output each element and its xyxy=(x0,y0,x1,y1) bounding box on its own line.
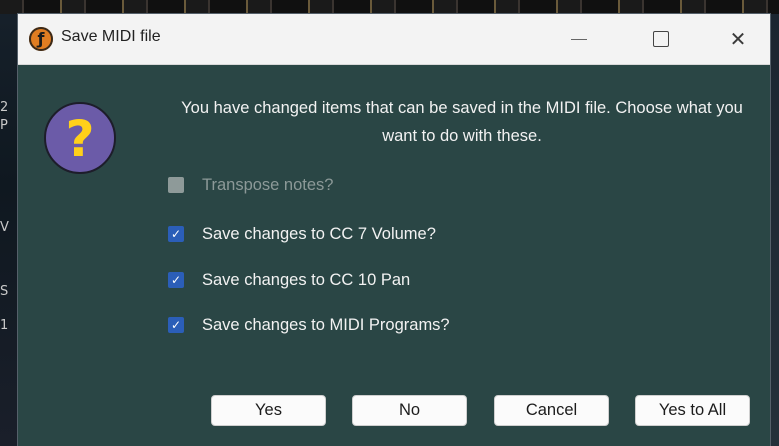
yes-button[interactable]: Yes xyxy=(211,395,326,426)
background-mark: P xyxy=(0,118,8,133)
checkbox-checked-icon[interactable]: ✓ xyxy=(168,226,184,242)
background-app-strip xyxy=(0,0,779,14)
background-app-left-edge: 2 P V S 1 xyxy=(0,14,18,446)
title-bar[interactable]: ƒ Save MIDI file ✕ xyxy=(18,14,770,65)
option-transpose-notes: Transpose notes? xyxy=(168,173,588,197)
option-label: Save changes to CC 7 Volume? xyxy=(202,224,436,243)
option-label: Save changes to MIDI Programs? xyxy=(202,315,450,334)
background-mark: V xyxy=(0,220,9,235)
yes-to-all-button[interactable]: Yes to All xyxy=(635,395,750,426)
checkbox-checked-icon[interactable]: ✓ xyxy=(168,272,184,288)
window-title: Save MIDI file xyxy=(61,28,161,45)
close-icon: ✕ xyxy=(729,27,747,51)
option-label: Transpose notes? xyxy=(202,175,334,194)
checkbox-checked-icon[interactable]: ✓ xyxy=(168,317,184,333)
maximize-button[interactable] xyxy=(630,14,690,64)
minimize-icon xyxy=(571,39,587,40)
cancel-button[interactable]: Cancel xyxy=(494,395,609,426)
maximize-icon xyxy=(653,31,669,47)
background-mark: 2 xyxy=(0,100,9,115)
option-save-cc7-volume[interactable]: ✓ Save changes to CC 7 Volume? xyxy=(168,222,588,246)
background-mark: 1 xyxy=(0,318,9,333)
background-mark: S xyxy=(0,284,9,299)
option-label: Save changes to CC 10 Pan xyxy=(202,270,411,289)
close-button[interactable]: ✕ xyxy=(708,14,768,64)
background-app-right-edge xyxy=(770,14,779,446)
minimize-button[interactable] xyxy=(549,14,609,64)
app-logo-icon: ƒ xyxy=(29,27,53,51)
option-save-midi-programs[interactable]: ✓ Save changes to MIDI Programs? xyxy=(168,313,588,337)
no-button[interactable]: No xyxy=(352,395,467,426)
save-midi-dialog: ƒ Save MIDI file ✕ ? You have changed it… xyxy=(18,14,770,446)
dialog-message: You have changed items that can be saved… xyxy=(181,99,743,145)
option-save-cc10-pan[interactable]: ✓ Save changes to CC 10 Pan xyxy=(168,268,588,292)
checkbox-unchecked-icon xyxy=(168,177,184,193)
question-icon: ? xyxy=(44,102,116,174)
